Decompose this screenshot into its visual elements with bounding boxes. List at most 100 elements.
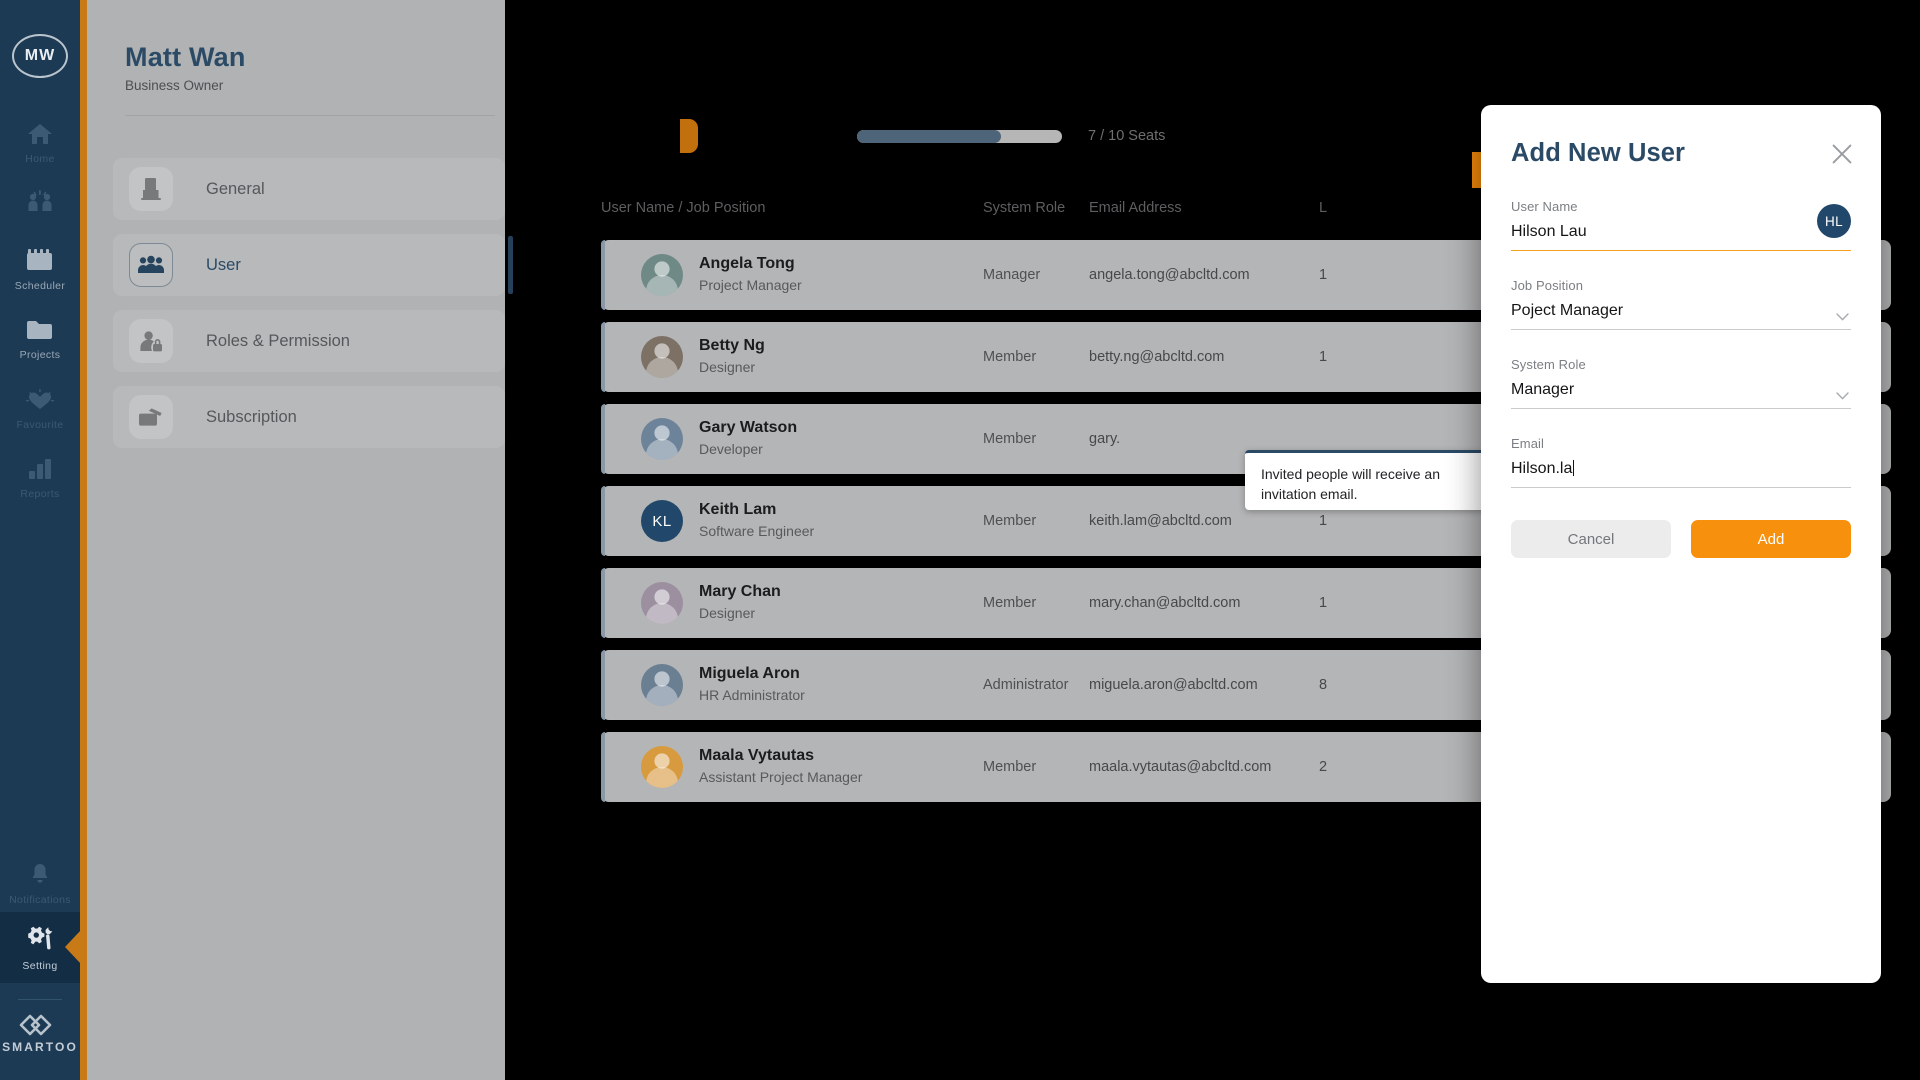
settings-panel: Matt Wan Business Owner General User Rol… <box>87 0 513 1080</box>
nav-item-team[interactable] <box>0 171 80 226</box>
panel-edge-tab[interactable] <box>680 119 698 153</box>
nav-item-projects[interactable]: Projects <box>0 297 80 367</box>
nav-label-setting: Setting <box>22 959 58 972</box>
avatar <box>641 418 683 460</box>
seats-indicator: 7 / 10 Seats <box>857 128 1165 144</box>
select-job-position[interactable]: Poject Manager <box>1511 302 1851 330</box>
settings-label-subscription: Subscription <box>206 407 297 426</box>
nav-label-reports: Reports <box>20 488 60 500</box>
settings-label-roles-permission: Roles & Permission <box>206 331 350 350</box>
input-email[interactable]: Hilson.la <box>1511 460 1851 488</box>
field-job-position[interactable]: Job Position Poject Manager <box>1511 278 1851 330</box>
nav-label-scheduler: Scheduler <box>14 279 66 292</box>
tooltip-text: Invited people will receive an invitatio… <box>1261 466 1440 502</box>
column-header-last-login: L <box>1319 200 1328 216</box>
user-name: Maala Vytautas <box>699 747 815 765</box>
field-email[interactable]: Email Hilson.la <box>1511 436 1851 488</box>
brand-badge[interactable]: MW <box>12 34 68 78</box>
nav-label-projects: Projects <box>19 349 61 361</box>
label-system-role: System Role <box>1511 357 1586 372</box>
chevron-down-icon <box>1836 387 1849 400</box>
user-name: Miguela Aron <box>699 665 800 683</box>
user-job-position: Assistant Project Manager <box>699 769 863 786</box>
field-system-role[interactable]: System Role Manager <box>1511 357 1851 409</box>
user-job-position: HR Administrator <box>699 687 805 704</box>
user-job-position: Project Manager <box>699 277 802 294</box>
credit-card-icon <box>129 395 173 439</box>
settings-item-subscription[interactable]: Subscription <box>113 386 505 448</box>
seats-label: 7 / 10 Seats <box>1088 128 1166 144</box>
nav-item-scheduler[interactable]: Scheduler <box>0 226 80 298</box>
settings-item-user[interactable]: User <box>113 234 513 296</box>
seats-progress-bar <box>857 129 1062 143</box>
avatar <box>641 746 683 788</box>
user-identity: Keith Lam Software Engineer <box>699 501 919 540</box>
active-nav-arrow <box>65 930 81 965</box>
user-job-position: Designer <box>699 605 756 622</box>
column-header-email: Email Address <box>1089 200 1182 216</box>
label-job-position: Job Position <box>1511 278 1584 293</box>
user-last-login: 1 <box>1319 595 1328 611</box>
user-email: betty.ng@abcltd.com <box>1089 349 1225 365</box>
heart-icon <box>26 388 54 416</box>
field-user-name[interactable]: User Name Hilson Lau HL <box>1511 199 1851 251</box>
user-email: keith.lam@abcltd.com <box>1089 513 1232 529</box>
user-system-role: Administrator <box>983 677 1069 693</box>
user-name: Mary Chan <box>699 583 781 601</box>
settings-divider <box>125 115 495 116</box>
app-logo: SMARTOO <box>2 1014 78 1054</box>
user-name: Angela Tong <box>699 255 795 273</box>
user-email: mary.chan@abcltd.com <box>1089 595 1241 611</box>
bell-icon <box>28 862 52 891</box>
user-email: miguela.aron@abcltd.com <box>1089 677 1258 693</box>
nav-item-setting[interactable]: Setting <box>0 911 81 983</box>
close-icon[interactable] <box>1831 143 1853 165</box>
settings-label-user: User <box>206 255 241 274</box>
avatar-initials-text: KL <box>652 512 672 530</box>
user-name: Keith Lam <box>699 501 777 519</box>
nav-item-favourite[interactable]: Favourite <box>0 367 80 437</box>
nav-item-reports[interactable]: Reports <box>0 436 80 506</box>
calendar-icon <box>26 248 54 277</box>
cancel-button[interactable]: Cancel <box>1511 520 1671 558</box>
user-email: maala.vytautas@abcltd.com <box>1089 759 1272 775</box>
user-system-role: Member <box>983 759 1037 775</box>
user-identity: Maala Vytautas Assistant Project Manager <box>699 747 919 786</box>
user-system-role: Member <box>983 431 1037 447</box>
user-lock-icon <box>129 319 173 363</box>
column-header-name: User Name / Job Position <box>601 200 766 216</box>
modal-title: Add New User <box>1511 139 1686 167</box>
user-last-login: 8 <box>1319 677 1328 693</box>
column-header-role: System Role <box>983 200 1066 216</box>
logo-text: SMARTOO <box>2 1040 78 1054</box>
user-job-position: Software Engineer <box>699 523 815 540</box>
nav-item-home[interactable]: Home <box>0 116 80 171</box>
user-identity: Miguela Aron HR Administrator <box>699 665 919 704</box>
folder-icon <box>26 319 54 346</box>
user-identity: Gary Watson Developer <box>699 419 919 458</box>
user-system-role: Member <box>983 595 1037 611</box>
user-last-login: 1 <box>1319 349 1328 365</box>
chevron-down-icon <box>1836 308 1849 321</box>
user-system-role: Manager <box>983 267 1041 283</box>
user-last-login: 1 <box>1319 267 1328 283</box>
settings-item-roles-permission[interactable]: Roles & Permission <box>113 310 505 372</box>
brand-initials: MW <box>24 47 56 64</box>
add-button[interactable]: Add <box>1691 520 1851 558</box>
user-last-login: 1 <box>1319 513 1328 529</box>
users-group-icon <box>129 243 173 287</box>
nav-divider <box>18 999 62 1000</box>
user-last-login: 2 <box>1319 759 1328 775</box>
avatar <box>641 336 683 378</box>
add-new-user-modal: Add New User User Name Hilson Lau HL Job… <box>1481 105 1881 983</box>
nav-rail-accent-bar <box>80 0 87 1080</box>
input-user-name[interactable]: Hilson Lau <box>1511 223 1851 251</box>
settings-item-general[interactable]: General <box>113 158 505 220</box>
select-system-role[interactable]: Manager <box>1511 381 1851 409</box>
user-name: Gary Watson <box>699 419 798 437</box>
settings-header: Matt Wan Business Owner <box>87 0 505 93</box>
invitation-tooltip: Invited people will receive an invitatio… <box>1245 450 1487 510</box>
input-email-text: Hilson.la <box>1511 460 1573 477</box>
nav-label-notifications: Notifications <box>9 894 71 906</box>
nav-item-notifications[interactable]: Notifications <box>0 855 80 912</box>
